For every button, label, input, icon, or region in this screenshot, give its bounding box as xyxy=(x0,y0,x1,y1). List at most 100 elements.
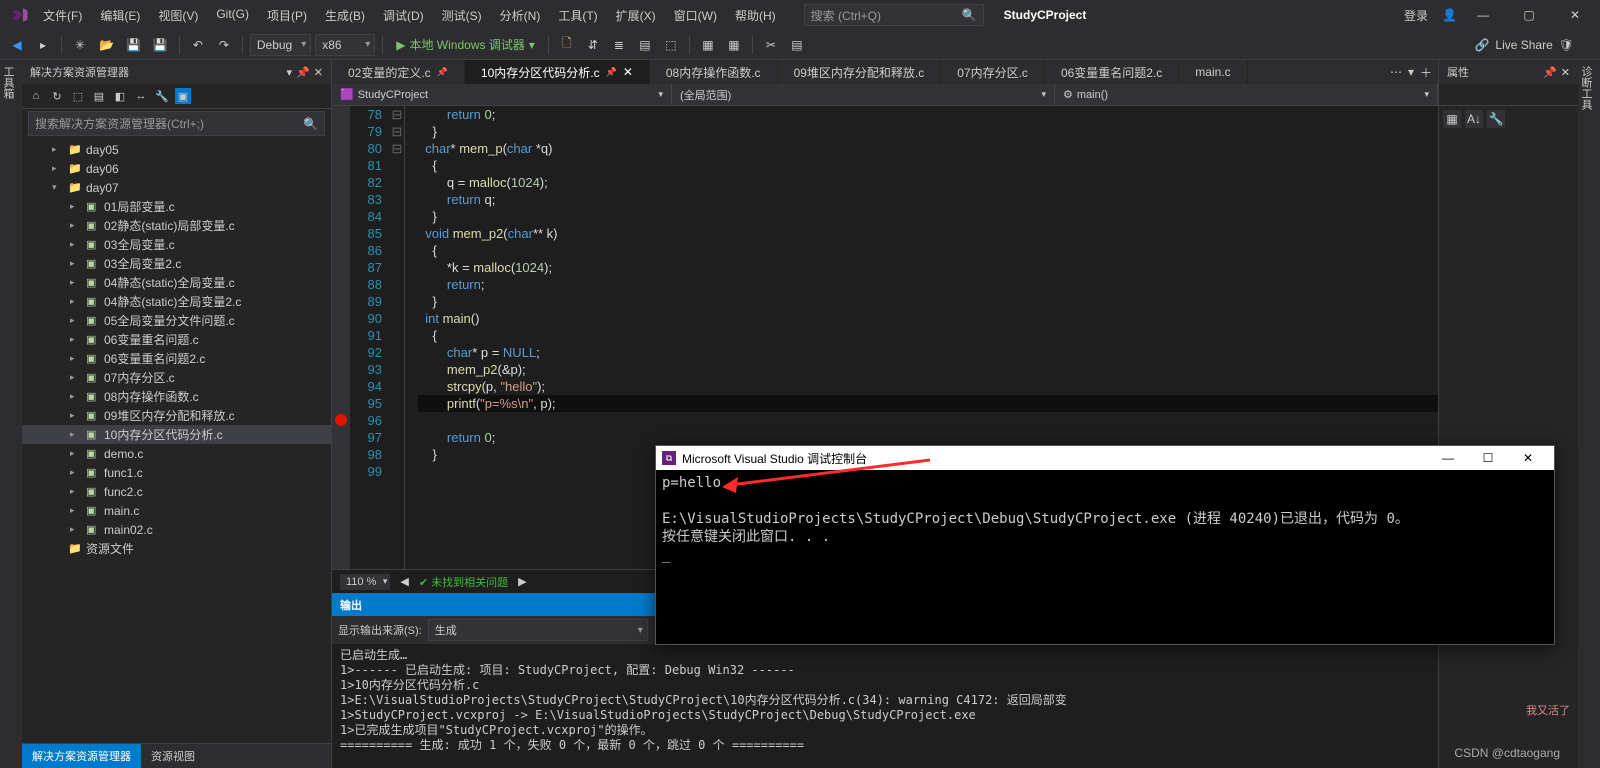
menu-item[interactable]: 分析(N) xyxy=(492,3,549,28)
wrench-icon[interactable]: 🔧 xyxy=(154,88,170,104)
config-combo[interactable]: Debug xyxy=(250,34,311,56)
menu-item[interactable]: 生成(B) xyxy=(317,3,373,28)
tree-node[interactable]: ▸▣06变量重名问题.c xyxy=(22,330,331,349)
minimize-button[interactable]: — xyxy=(1463,2,1503,28)
editor-tab[interactable]: 06变量重名问题2.c xyxy=(1045,60,1179,84)
tree-node[interactable]: ▸📁day05 xyxy=(22,140,331,159)
tree-node[interactable]: ▸▣demo.c xyxy=(22,444,331,463)
nav-region[interactable]: (全局范围) xyxy=(672,84,1055,105)
tree-node[interactable]: ▸▣04静态(static)全局变量2.c xyxy=(22,292,331,311)
editor-tab[interactable]: main.c xyxy=(1179,60,1247,84)
tree-node[interactable]: ▸▣func2.c xyxy=(22,482,331,501)
next-issue-icon[interactable]: ▶ xyxy=(518,575,526,588)
nav-fwd-button[interactable]: ▸ xyxy=(32,34,54,56)
tb-icon[interactable]: ✂ xyxy=(760,34,782,56)
menu-item[interactable]: 文件(F) xyxy=(35,3,90,28)
close-icon[interactable]: ✕ xyxy=(1561,66,1570,79)
console-max-button[interactable]: ☐ xyxy=(1468,451,1508,465)
close-icon[interactable]: ✕ xyxy=(314,66,323,79)
tb-icon[interactable]: ◧ xyxy=(112,88,128,104)
menu-item[interactable]: 测试(S) xyxy=(434,3,490,28)
resource-view-tab[interactable]: 资源视图 xyxy=(141,744,205,768)
alpha-icon[interactable]: A↓ xyxy=(1465,110,1483,128)
menu-item[interactable]: 编辑(E) xyxy=(92,3,148,28)
pin-icon[interactable]: 📌 xyxy=(1543,66,1557,79)
editor-tab[interactable]: 08内存操作函数.c xyxy=(650,60,778,84)
nav-scope[interactable]: 🟪 StudyCProject xyxy=(332,84,672,105)
close-button[interactable]: ✕ xyxy=(1555,2,1595,28)
output-source-combo[interactable]: 生成 xyxy=(428,619,648,641)
menu-item[interactable]: Git(G) xyxy=(208,3,257,28)
menu-item[interactable]: 调试(D) xyxy=(375,3,432,28)
tb-icon[interactable]: ▦ xyxy=(723,34,745,56)
tb-icon[interactable]: ⇵ xyxy=(582,34,604,56)
tree-node[interactable]: ▸▣04静态(static)全局变量.c xyxy=(22,273,331,292)
save-button[interactable]: 💾 xyxy=(122,34,145,56)
tree-node[interactable]: ▸▣03全局变量2.c xyxy=(22,254,331,273)
undo-button[interactable]: ↶ xyxy=(187,34,209,56)
tb-icon[interactable]: ▣ xyxy=(175,88,191,104)
tree-node[interactable]: ▸▣10内存分区代码分析.c xyxy=(22,425,331,444)
new-button[interactable]: ✳ xyxy=(69,34,91,56)
diagnostics-tab[interactable]: 诊断工具 xyxy=(1578,60,1600,768)
home-icon[interactable]: ⌂ xyxy=(28,88,44,104)
dropdown-icon[interactable]: ▾ xyxy=(287,66,293,79)
tree-node[interactable]: ▾📁day07 xyxy=(22,178,331,197)
tree-node[interactable]: ▸▣03全局变量.c xyxy=(22,235,331,254)
tree-node[interactable]: ▸📁day06 xyxy=(22,159,331,178)
editor-tab[interactable]: 02变量的定义.c📌 xyxy=(332,60,465,84)
wrench-icon[interactable]: 🔧 xyxy=(1487,110,1505,128)
nav-function[interactable]: ⚙ main() xyxy=(1055,84,1438,105)
toolbox-tab[interactable]: 工具箱 xyxy=(0,60,22,768)
tree-node[interactable]: ▸▣05全局变量分文件问题.c xyxy=(22,311,331,330)
pin-icon[interactable]: 📌 xyxy=(296,66,310,79)
nav-back-button[interactable]: ◀ xyxy=(6,34,28,56)
tb-icon[interactable]: ≣ xyxy=(608,34,630,56)
tb-icon[interactable]: ▤ xyxy=(91,88,107,104)
tree-node[interactable]: 📁资源文件 xyxy=(22,539,331,558)
tb-icon[interactable]: ▦ xyxy=(697,34,719,56)
sln-tab[interactable]: 解决方案资源管理器 xyxy=(22,744,141,768)
sync-icon[interactable]: ↻ xyxy=(49,88,65,104)
tree-node[interactable]: ▸▣main.c xyxy=(22,501,331,520)
tb-icon[interactable]: 🗋 xyxy=(556,34,578,56)
console-close-button[interactable]: ✕ xyxy=(1508,451,1548,465)
user-icon[interactable]: 👤 xyxy=(1442,8,1457,22)
tree-node[interactable]: ▸▣07内存分区.c xyxy=(22,368,331,387)
redo-button[interactable]: ↷ xyxy=(213,34,235,56)
console-min-button[interactable]: — xyxy=(1428,451,1468,465)
menu-item[interactable]: 窗口(W) xyxy=(666,3,725,28)
tree-node[interactable]: ▸▣main02.c xyxy=(22,520,331,539)
tree-node[interactable]: ▸▣08内存操作函数.c xyxy=(22,387,331,406)
prev-issue-icon[interactable]: ◀ xyxy=(400,575,408,588)
tab-dropdown-icon[interactable]: ▾ xyxy=(1408,65,1414,79)
menu-item[interactable]: 视图(V) xyxy=(150,3,206,28)
tb-icon[interactable]: ▤ xyxy=(634,34,656,56)
tb-icon[interactable]: ▤ xyxy=(786,34,808,56)
maximize-button[interactable]: ▢ xyxy=(1509,2,1549,28)
editor-tab[interactable]: 10内存分区代码分析.c📌 ✕ xyxy=(465,60,650,84)
tree-node[interactable]: ▸▣02静态(static)局部变量.c xyxy=(22,216,331,235)
console-titlebar[interactable]: ⧉ Microsoft Visual Studio 调试控制台 — ☐ ✕ xyxy=(656,446,1554,470)
output-text[interactable]: 已启动生成… 1>------ 已启动生成: 项目: StudyCProject… xyxy=(332,644,1438,768)
menu-item[interactable]: 帮助(H) xyxy=(727,3,784,28)
menu-item[interactable]: 工具(T) xyxy=(550,3,605,28)
tab-overflow-icon[interactable]: ⋯ xyxy=(1390,65,1402,79)
debug-console-window[interactable]: ⧉ Microsoft Visual Studio 调试控制台 — ☐ ✕ p=… xyxy=(655,445,1555,645)
zoom-combo[interactable]: 110 % xyxy=(340,574,390,590)
tb-icon[interactable]: ↔ xyxy=(133,88,149,104)
editor-tab[interactable]: 09堆区内存分配和释放.c xyxy=(778,60,942,84)
editor-tab[interactable]: 07内存分区.c xyxy=(941,60,1045,84)
tree-node[interactable]: ▸▣func1.c xyxy=(22,463,331,482)
add-tab-icon[interactable]: ＋ xyxy=(1420,64,1432,81)
open-button[interactable]: 📂 xyxy=(95,34,118,56)
login-button[interactable]: 登录 xyxy=(1396,3,1436,28)
categorized-icon[interactable]: ▦ xyxy=(1443,110,1461,128)
tree-node[interactable]: ▸▣06变量重名问题2.c xyxy=(22,349,331,368)
tb-icon[interactable]: ⬚ xyxy=(660,34,682,56)
menu-item[interactable]: 扩展(X) xyxy=(608,3,664,28)
global-search-input[interactable]: 搜索 (Ctrl+Q) 🔍 xyxy=(804,4,984,26)
start-debug-button[interactable]: ▶ 本地 Windows 调试器 ▾ xyxy=(390,36,541,53)
sln-search-input[interactable]: 搜索解决方案资源管理器(Ctrl+;) 🔍 xyxy=(28,111,325,136)
save-all-button[interactable]: 💾 xyxy=(149,34,172,56)
